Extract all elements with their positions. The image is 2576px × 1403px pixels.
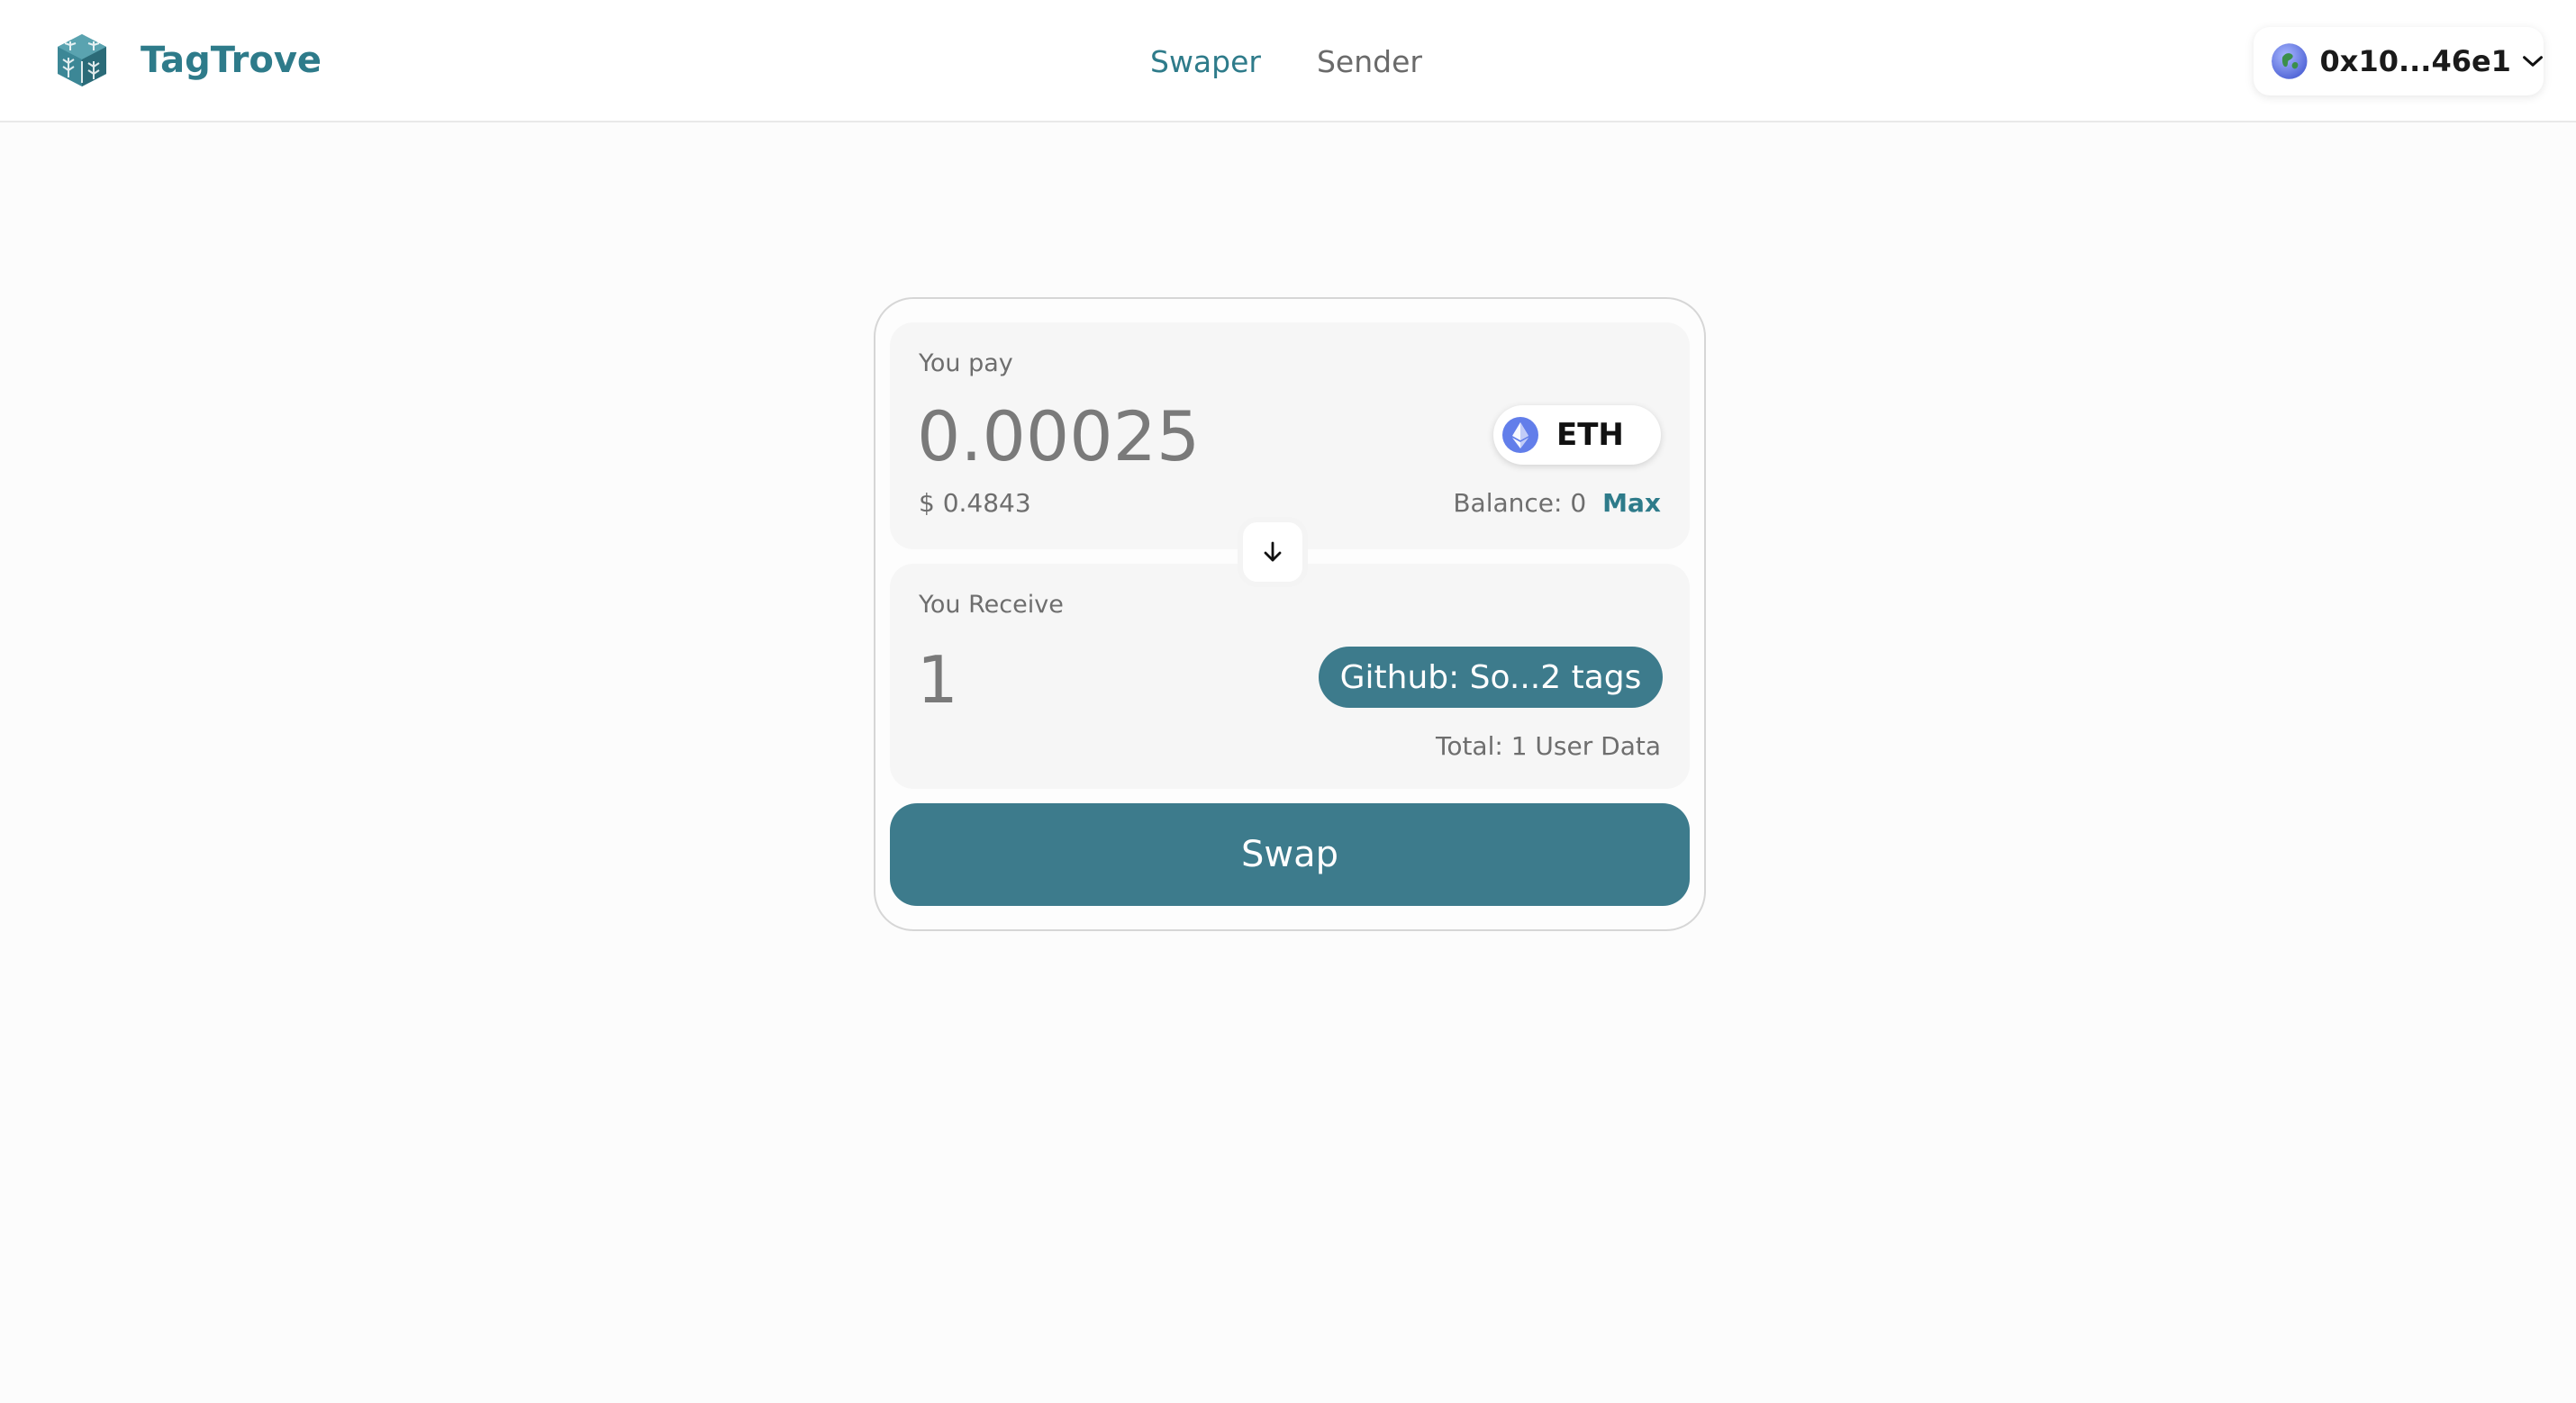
token-select-button[interactable]: ETH [1493,405,1661,465]
brand-name: TagTrove [141,40,322,81]
nav-sender[interactable]: Sender [1317,44,1422,79]
usd-value: $ 0.4843 [919,488,1031,518]
receive-amount-input[interactable] [917,639,1187,720]
chevron-down-icon [2523,56,2543,67]
ethereum-icon [1502,417,1538,453]
balance-row: Balance: 0 Max [1453,488,1661,518]
token-symbol: ETH [1556,417,1624,453]
arrow-down-icon [1264,541,1282,562]
swap-card: You pay ETH $ 0.4843 Balance: 0 Max You … [874,297,1706,931]
receive-panel: You Receive Github: So...2 tags Total: 1… [890,564,1690,789]
wallet-address: 0x10...46e1 [2319,44,2511,78]
swap-direction-button[interactable] [1238,517,1308,587]
tag-select-button[interactable]: Github: So...2 tags [1319,647,1663,708]
top-navbar: TagTrove Swaper Sender 0x10...46e1 [0,0,2576,122]
brand-home-link[interactable]: TagTrove [52,31,322,90]
pay-amount-input[interactable] [917,393,1421,479]
nav-swaper[interactable]: Swaper [1150,44,1261,79]
cube-tree-logo-icon [58,34,106,86]
wallet-account-button[interactable]: 0x10...46e1 [2254,27,2544,95]
receive-label: You Receive [919,591,1064,619]
globe-avatar-icon [2272,43,2308,79]
main-nav: Swaper Sender [1150,40,1422,83]
max-button[interactable]: Max [1602,488,1661,518]
receive-total: Total: 1 User Data [1435,731,1661,761]
swap-button[interactable]: Swap [890,803,1690,906]
pay-label: You pay [919,349,1013,377]
balance-text: Balance: 0 [1453,488,1587,518]
pay-panel: You pay ETH $ 0.4843 Balance: 0 Max [890,322,1690,549]
